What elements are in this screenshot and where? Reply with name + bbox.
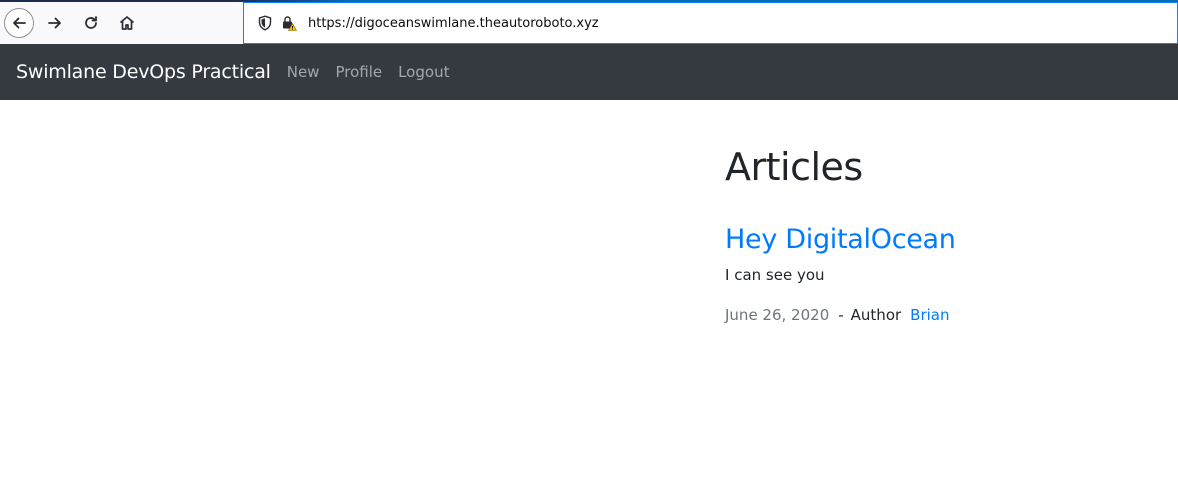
articles-section: Articles Hey DigitalOcean I can see you … xyxy=(725,100,1165,325)
browser-toolbar: https://digoceanswimlane.theautoroboto.x… xyxy=(0,0,1178,44)
meta-separator: - xyxy=(838,306,844,324)
article-date: June 26, 2020 xyxy=(725,306,830,324)
browser-nav-buttons xyxy=(0,2,243,44)
page-title: Articles xyxy=(725,145,863,189)
nav-link-new[interactable]: New xyxy=(287,63,320,81)
article-item: Hey DigitalOcean I can see you June 26, … xyxy=(725,223,1165,325)
reload-button[interactable] xyxy=(76,8,106,38)
author-link[interactable]: Brian xyxy=(910,306,949,324)
article-meta: June 26, 2020- Author Brian xyxy=(725,305,1165,325)
forward-button[interactable] xyxy=(40,8,70,38)
forward-arrow-icon xyxy=(48,17,61,29)
shield-icon[interactable] xyxy=(256,14,274,32)
author-label: Author xyxy=(850,306,902,324)
home-button[interactable] xyxy=(112,8,142,38)
nav-link-profile[interactable]: Profile xyxy=(335,63,382,81)
app-navbar: Swimlane DevOps Practical New Profile Lo… xyxy=(0,44,1178,100)
article-body: I can see you xyxy=(725,266,825,284)
brand-link[interactable]: Swimlane DevOps Practical xyxy=(16,61,271,83)
reload-icon xyxy=(85,16,97,29)
back-arrow-icon xyxy=(13,17,26,29)
url-text[interactable]: https://digoceanswimlane.theautoroboto.x… xyxy=(308,16,599,31)
back-button[interactable] xyxy=(4,8,34,38)
nav-link-logout[interactable]: Logout xyxy=(398,63,449,81)
lock-warning-icon[interactable] xyxy=(280,14,298,32)
url-bar[interactable]: https://digoceanswimlane.theautoroboto.x… xyxy=(243,2,1178,44)
article-title-link[interactable]: Hey DigitalOcean xyxy=(725,223,1165,257)
home-icon xyxy=(119,16,135,30)
